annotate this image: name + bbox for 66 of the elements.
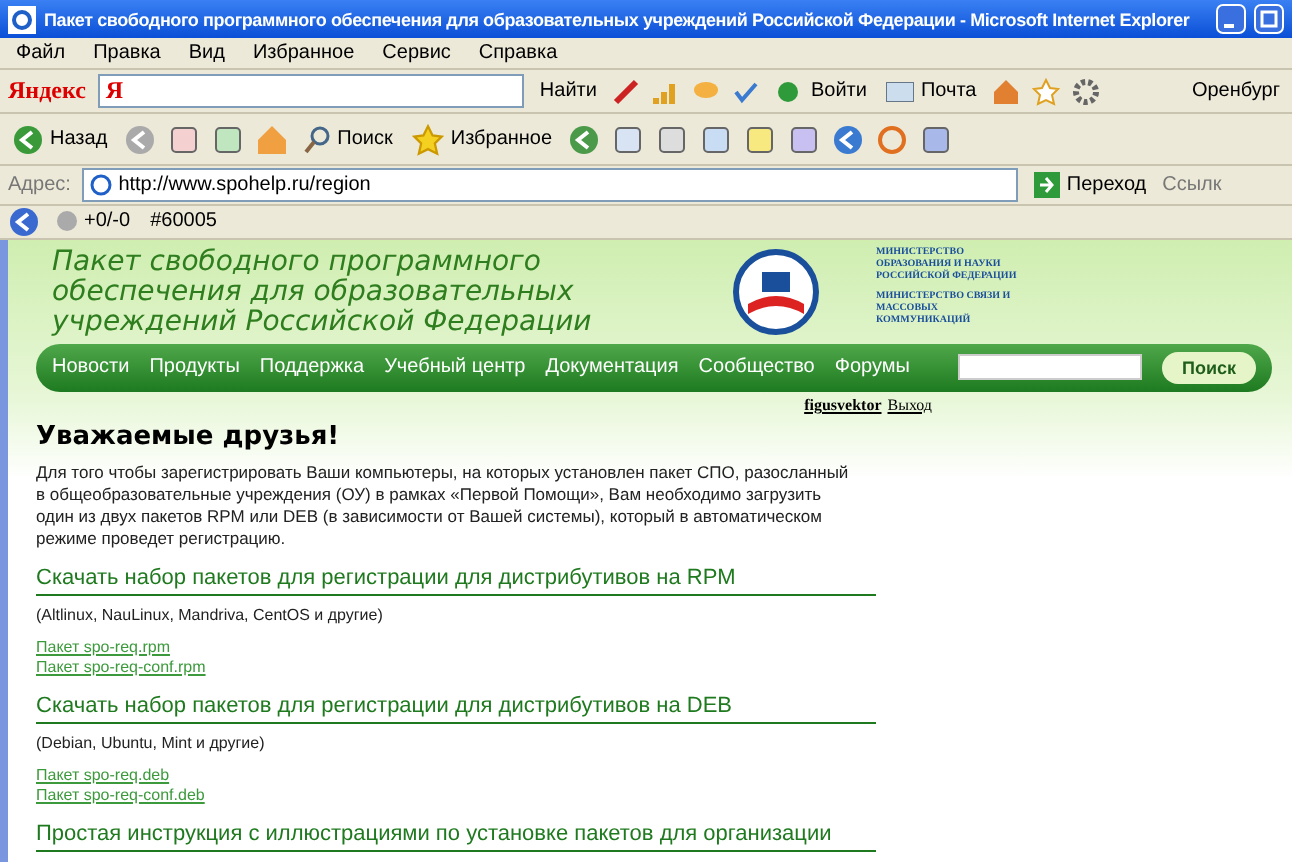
links-label: Ссылк: [1162, 173, 1222, 196]
city-button[interactable]: Оренбург: [1187, 80, 1284, 103]
distro-note: (Debian, Ubuntu, Mint и другие): [36, 733, 267, 752]
at-sign-button[interactable]: [876, 123, 909, 156]
arrow-icon: [1034, 171, 1061, 198]
url-text: http://www.spohelp.ru/region: [118, 173, 371, 196]
nav-link[interactable]: Сообщество: [698, 356, 815, 379]
go-button[interactable]: Переход: [1030, 171, 1151, 198]
menu-item[interactable]: Избранное: [244, 42, 363, 65]
nav-link[interactable]: Новости: [52, 356, 130, 379]
messenger-button[interactable]: [832, 123, 865, 156]
nav-link[interactable]: Документация: [545, 356, 679, 379]
menu-item[interactable]: Сервис: [374, 42, 459, 65]
house-icon[interactable]: [992, 77, 1021, 106]
site-title: Пакет свободного программного обеспечения для образовательных учреждений Российской Федерации: [52, 247, 594, 342]
search-button[interactable]: Поиск: [299, 125, 397, 154]
package-link[interactable]: Пакет spo-req.rpm: [36, 637, 876, 658]
check-icon[interactable]: [732, 77, 761, 106]
site-search-field[interactable]: [957, 354, 1142, 381]
settings-icon[interactable]: [1072, 77, 1101, 106]
menu-item[interactable]: Правка: [85, 42, 169, 65]
yandex-search-field[interactable]: Я: [97, 74, 524, 109]
distro-note: (Altlinux, NauLinux, Mandriva, CentOS и другие): [36, 605, 385, 624]
address-label: Адрес:: [8, 173, 71, 196]
back-button[interactable]: Назад: [8, 123, 112, 156]
section-heading: Скачать набор пакетов для регистрации для дистрибутивов на DEB: [36, 693, 876, 724]
minimize-button[interactable]: [1216, 4, 1246, 35]
yandex-field-logo: Я: [105, 76, 124, 107]
history-button[interactable]: [568, 123, 601, 156]
page-icon: [90, 173, 113, 196]
back-icon[interactable]: [12, 123, 44, 156]
username-link[interactable]: figusvektor: [804, 395, 882, 414]
search-icon: [303, 125, 332, 154]
nav-link[interactable]: Продукты: [149, 356, 240, 379]
login-button[interactable]: Войти: [772, 79, 871, 104]
nav-link[interactable]: Учебный центр: [384, 356, 526, 379]
section-heading: Скачать набор пакетов для регистрации для дистрибутивов на RPM: [36, 565, 876, 596]
envelope-icon: [886, 81, 915, 102]
id-button[interactable]: #60005: [146, 210, 221, 233]
yandex-logo: Яндекс: [8, 76, 86, 107]
maximize-button[interactable]: [1254, 4, 1284, 35]
window-title: Пакет свободного программного обеспечения для образовательных учреждений Российской Федерации - Microsoft Internet Explorer: [44, 9, 1192, 30]
mail-button[interactable]: Почта: [882, 80, 981, 103]
menu-item[interactable]: Файл: [8, 42, 74, 65]
page-heading: Уважаемые друзья!: [36, 421, 342, 452]
address-field[interactable]: http://www.spohelp.ru/region: [82, 167, 1019, 202]
globe-icon: [56, 210, 78, 233]
logout-link[interactable]: Выход: [887, 395, 932, 414]
package-link[interactable]: Пакет spo-req-conf.deb: [36, 785, 876, 806]
menu-item[interactable]: Справка: [470, 42, 566, 65]
package-link[interactable]: Пакет spo-req-conf.rpm: [36, 657, 876, 678]
favorites-button[interactable]: Избранное: [408, 123, 557, 156]
nav-link[interactable]: Форумы: [834, 356, 910, 379]
section-heading: Простая инструкция с иллюстрациями по установке пакетов для организации: [36, 821, 876, 852]
find-button[interactable]: Найти: [535, 80, 601, 103]
star-icon: [412, 123, 445, 156]
intro-paragraph: Для того чтобы зарегистрировать Ваши компьютеры, на которых установлен пакет СПО, разосланный в общеобразовательные учреждения (ОУ) в рамках «Первой Помощи», Вам необходимо загрузить один из двух пакетов RPM или DEB (в зависимости от Вашей системы), который в автоматическом режиме проведет регистрацию.: [36, 461, 851, 550]
counter-button[interactable]: +0/-0: [52, 210, 135, 233]
toolbar-icon[interactable]: [8, 205, 40, 238]
star-icon[interactable]: [1032, 77, 1061, 106]
package-link[interactable]: Пакет spo-req.deb: [36, 765, 876, 786]
pen-icon[interactable]: [612, 77, 641, 106]
nav-link[interactable]: Поддержка: [259, 356, 365, 379]
site-search-button[interactable]: Поиск: [1161, 351, 1256, 384]
menu-item[interactable]: Вид: [180, 42, 233, 65]
browser-icon: [8, 5, 36, 34]
